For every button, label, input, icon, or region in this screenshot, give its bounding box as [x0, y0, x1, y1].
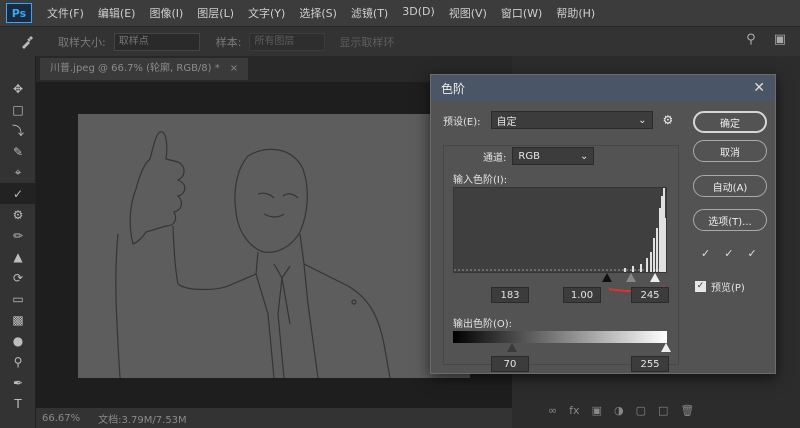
group-icon[interactable]: ▢ [636, 404, 646, 417]
eyedropper-group: ✓ ✓ ✓ [701, 247, 757, 260]
fx-icon[interactable]: fx [569, 404, 579, 417]
sample-size-label: 取样大小: [58, 35, 106, 49]
gradient-tool-icon[interactable]: ▩ [0, 309, 36, 330]
sample-size-select[interactable]: 取样点 [113, 32, 200, 51]
status-bar: 66.67% 文档:3.79M/7.53M [36, 408, 512, 428]
menu-items: 文件(F) 编辑(E) 图像(I) 图层(L) 文字(Y) 选择(S) 滤镜(T) 3D(D)… [40, 5, 602, 21]
blur-tool-icon[interactable]: ● [0, 330, 36, 351]
lasso-tool-icon[interactable]: ⤵ [0, 120, 36, 141]
input-black-field[interactable]: 183 [491, 287, 529, 303]
output-black-field[interactable]: 70 [491, 356, 529, 372]
tools-panel: ✥ □ ⤵ ✎ ⌖ ✓ ⚙ ✏ ▲ ⟳ ▭ ▩ ● ⚲ ✒ T [0, 56, 36, 428]
eyedropper-icon[interactable] [12, 31, 42, 53]
input-gamma-field[interactable]: 1.00 [563, 287, 601, 303]
marquee-tool-icon[interactable]: □ [0, 99, 36, 120]
dodge-tool-icon[interactable]: ⚲ [0, 351, 36, 372]
menu-item-9[interactable]: 窗口(W) [494, 5, 549, 21]
adjustment-layer-icon[interactable]: ◑ [614, 404, 624, 417]
input-levels-label: 输入色阶(I): [453, 175, 508, 186]
options-right-icons: ⚲ ▣ [746, 32, 786, 47]
cancel-button[interactable]: 取消 [693, 140, 767, 162]
menu-item-5[interactable]: 选择(S) [292, 5, 344, 21]
menu-item-1[interactable]: 编辑(E) [91, 5, 143, 21]
dialog-title: 色阶 [441, 81, 466, 96]
image-canvas[interactable] [78, 114, 470, 378]
quick-select-tool-icon[interactable]: ✎ [0, 141, 36, 162]
input-white-field[interactable]: 245 [631, 287, 669, 303]
menu-item-6[interactable]: 滤镜(T) [344, 5, 395, 21]
close-icon[interactable]: ✕ [753, 80, 765, 96]
preset-value: 自定 [496, 116, 517, 128]
menu-item-0[interactable]: 文件(F) [40, 5, 91, 21]
output-black-slider[interactable] [507, 343, 517, 352]
preset-dropdown[interactable]: 自定 ⌄ [490, 111, 653, 129]
photoshop-logo: Ps [6, 3, 32, 23]
preset-options-gear-icon[interactable]: ⚙ [663, 113, 674, 127]
sample-label: 样本: [215, 35, 242, 49]
channel-dropdown[interactable]: RGB ⌄ [512, 147, 595, 165]
eraser-tool-icon[interactable]: ▭ [0, 288, 36, 309]
healing-brush-tool-icon[interactable]: ⚙ [0, 204, 36, 225]
input-white-slider[interactable] [650, 273, 660, 282]
clone-stamp-tool-icon[interactable]: ▲ [0, 246, 36, 267]
gray-point-eyedropper-icon[interactable]: ✓ [724, 247, 733, 260]
layers-panel-footer: ∞ fx ▣ ◑ ▢ □ 🗑 [548, 404, 694, 417]
ok-button[interactable]: 确定 [693, 111, 767, 133]
channel-value: RGB [518, 150, 540, 162]
sample-select[interactable]: 所有图层 [249, 32, 326, 51]
menu-item-7[interactable]: 3D(D) [395, 5, 442, 21]
preset-label: 预设(E): [443, 116, 481, 128]
menu-bar: Ps 文件(F) 编辑(E) 图像(I) 图层(L) 文字(Y) 选择(S) 滤镜(T) 3D… [0, 0, 800, 26]
menu-item-8[interactable]: 视图(V) [442, 5, 494, 21]
chevron-down-icon: ⌄ [638, 114, 647, 126]
black-point-eyedropper-icon[interactable]: ✓ [701, 247, 710, 260]
channel-label: 通道: [483, 152, 507, 164]
history-brush-tool-icon[interactable]: ⟳ [0, 267, 36, 288]
menu-item-3[interactable]: 图层(L) [190, 5, 241, 21]
crop-tool-icon[interactable]: ⌖ [0, 162, 36, 183]
output-gradient-bar [453, 331, 667, 343]
move-tool-icon[interactable]: ✥ [0, 78, 36, 99]
histogram [453, 187, 667, 273]
auto-button[interactable]: 自动(A) [693, 175, 767, 197]
options-button[interactable]: 选项(T)... [693, 209, 767, 231]
levels-dialog: 色阶 ✕ 预设(E): 自定 ⌄ ⚙ 通道: RGB ⌄ 输入色阶(I): 18… [430, 74, 776, 374]
zoom-level[interactable]: 66.67% [42, 413, 80, 424]
menu-item-10[interactable]: 帮助(H) [549, 5, 602, 21]
new-layer-icon[interactable]: □ [658, 404, 668, 417]
menu-item-2[interactable]: 图像(I) [142, 5, 190, 21]
output-white-slider[interactable] [661, 343, 671, 352]
options-bar: 取样大小: 取样点 样本: 所有图层 显示取样环 ⚲ ▣ [0, 26, 800, 56]
document-tab-title: 川普.jpeg @ 66.7% (轮廓, RGB/8) * [50, 63, 220, 74]
preview-checkbox[interactable]: ✓ [695, 281, 706, 292]
input-black-slider[interactable] [602, 273, 612, 282]
white-point-eyedropper-icon[interactable]: ✓ [747, 247, 756, 260]
preview-checkbox-row[interactable]: ✓ 预览(P) [695, 279, 745, 294]
type-tool-icon[interactable]: T [0, 393, 36, 414]
document-tab[interactable]: 川普.jpeg @ 66.7% (轮廓, RGB/8) * × [40, 58, 249, 80]
document-size: 文档:3.79M/7.53M [98, 414, 187, 426]
delete-layer-icon[interactable]: 🗑 [680, 404, 694, 417]
menu-item-4[interactable]: 文字(Y) [241, 5, 292, 21]
pen-tool-icon[interactable]: ✒ [0, 372, 36, 393]
search-icon[interactable]: ⚲ [746, 32, 756, 47]
show-sampling-ring-checkbox[interactable]: 显示取样环 [339, 34, 394, 50]
workspace-icon[interactable]: ▣ [774, 32, 786, 47]
close-tab-icon[interactable]: × [230, 63, 238, 74]
add-mask-icon[interactable]: ▣ [592, 404, 602, 417]
brush-tool-icon[interactable]: ✏ [0, 225, 36, 246]
chevron-down-icon: ⌄ [579, 150, 589, 162]
preview-label: 预览(P) [711, 283, 745, 294]
link-layers-icon[interactable]: ∞ [548, 404, 557, 417]
eyedropper-tool-icon[interactable]: ✓ [0, 183, 36, 204]
output-levels-label: 输出色阶(O): [453, 319, 513, 330]
output-white-field[interactable]: 255 [631, 356, 669, 372]
dialog-title-bar[interactable]: 色阶 ✕ [431, 75, 775, 101]
input-gamma-slider[interactable] [626, 273, 636, 282]
